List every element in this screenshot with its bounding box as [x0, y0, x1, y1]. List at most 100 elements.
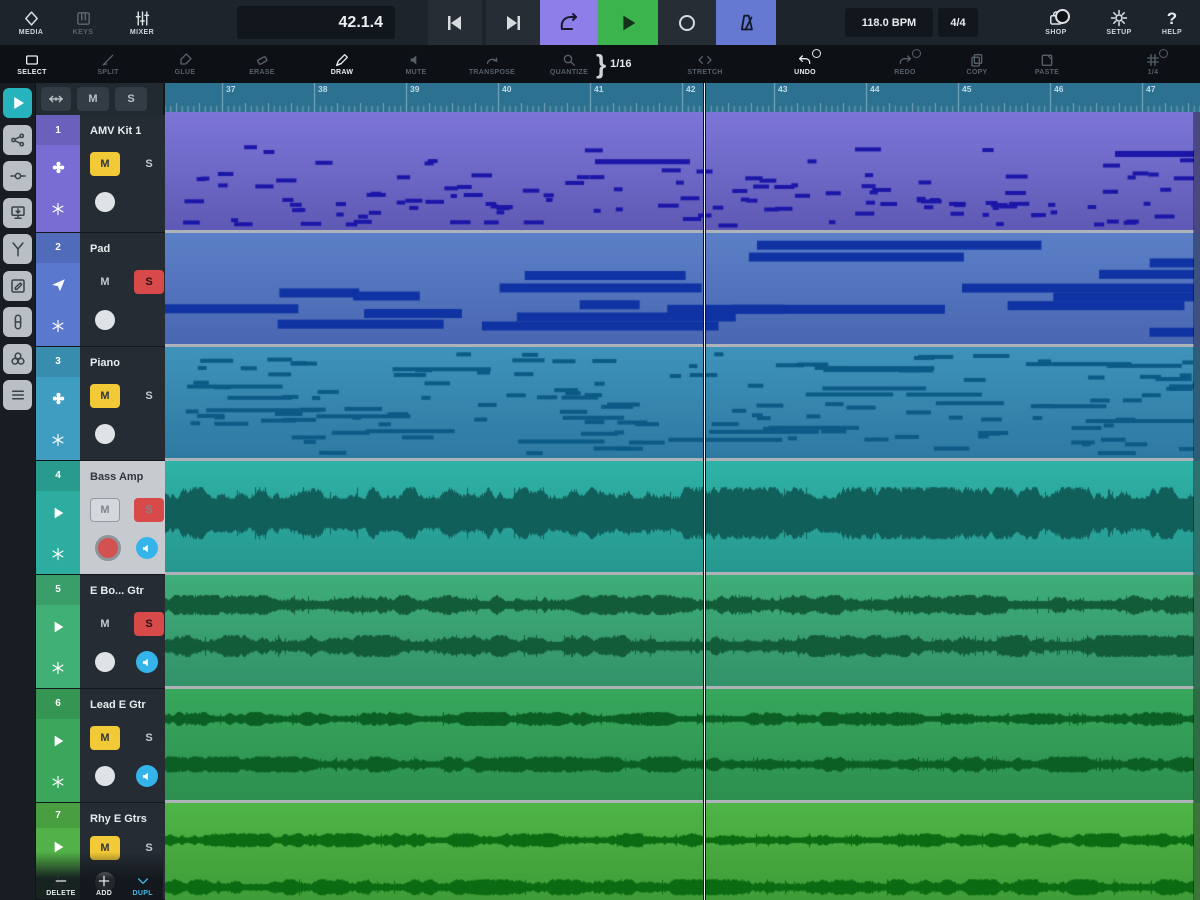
metronome-button[interactable] [716, 0, 776, 45]
record-arm-button[interactable] [95, 424, 115, 444]
redo-tool-button[interactable]: REDO [875, 45, 935, 83]
monitor-button[interactable] [136, 537, 158, 559]
playhead-cursor[interactable] [703, 83, 706, 900]
help-button[interactable]: ? HELP [1150, 0, 1194, 45]
sidebar-monitor-button[interactable] [3, 198, 32, 228]
skip-forward-button[interactable] [486, 0, 540, 45]
glue-tool-button[interactable]: GLUE [155, 45, 215, 83]
mixer-button[interactable]: MIXER [116, 0, 168, 45]
sidebar-branch-button[interactable] [3, 234, 32, 264]
paste-tool-button[interactable]: PASTE [1017, 45, 1077, 83]
solo-button[interactable]: S [134, 612, 164, 636]
solo-button[interactable]: S [134, 384, 164, 408]
overview-scroll-strip[interactable] [1193, 112, 1200, 900]
freeze-icon[interactable] [36, 534, 80, 574]
1/4-tool-button[interactable]: 1/4 [1124, 45, 1182, 83]
keys-button[interactable]: KEYS [60, 0, 106, 45]
track-header-5[interactable]: 5E Bo... GtrMS [36, 575, 163, 689]
mute-button[interactable]: M [90, 726, 120, 750]
sidebar-connector-button[interactable] [3, 161, 32, 191]
lane-track-7[interactable] [165, 803, 1200, 900]
sidebar-circles-button[interactable] [3, 344, 32, 374]
track-header-1[interactable]: 1AMV Kit 1MS [36, 115, 163, 233]
freeze-icon[interactable] [36, 189, 80, 229]
lane-canvas-5[interactable] [165, 575, 1200, 686]
mute-tool-button[interactable]: MUTE [386, 45, 446, 83]
sidebar-rows-button[interactable] [3, 380, 32, 410]
skip-back-button[interactable] [428, 0, 482, 45]
lane-track-6[interactable] [165, 689, 1200, 803]
lane-track-4[interactable] [165, 461, 1200, 575]
stretch-tool-button[interactable]: STRETCH [673, 45, 737, 83]
record-button[interactable] [658, 0, 716, 45]
mute-button[interactable]: M [90, 152, 120, 176]
mute-button[interactable]: M [90, 270, 120, 294]
track-header-3[interactable]: 3PianoMS [36, 347, 163, 461]
cycle-button[interactable] [540, 0, 598, 45]
track-name[interactable]: Piano [90, 351, 164, 377]
track-move-button[interactable] [41, 87, 71, 111]
duplicate-track-button[interactable]: DUPL [133, 873, 153, 897]
track-header-6[interactable]: 6Lead E GtrMS [36, 689, 163, 803]
sidebar-play-button[interactable] [3, 88, 32, 118]
lane-canvas-6[interactable] [165, 689, 1200, 800]
audio-track-icon[interactable] [36, 491, 80, 535]
track-name[interactable]: Bass Amp [90, 465, 164, 491]
record-arm-button[interactable] [95, 192, 115, 212]
track-name[interactable]: AMV Kit 1 [90, 119, 164, 145]
split-tool-button[interactable]: SPLIT [78, 45, 138, 83]
solo-button[interactable]: S [134, 152, 164, 176]
solo-button[interactable]: S [134, 270, 164, 294]
sidebar-edit-button[interactable] [3, 271, 32, 301]
lane-canvas-1[interactable] [165, 112, 1200, 230]
time-position-display[interactable]: 42.1.4 [237, 6, 395, 39]
erase-tool-button[interactable]: ERASE [232, 45, 292, 83]
solo-button[interactable]: S [134, 726, 164, 750]
play-button[interactable] [598, 0, 658, 45]
record-arm-button[interactable] [95, 310, 115, 330]
lane-track-5[interactable] [165, 575, 1200, 689]
master-mute-button[interactable]: M [77, 87, 109, 111]
track-name[interactable]: Lead E Gtr [90, 693, 164, 719]
sidebar-nodes-button[interactable] [3, 125, 32, 155]
record-arm-button[interactable] [95, 652, 115, 672]
freeze-icon[interactable] [36, 420, 80, 460]
freeze-icon[interactable] [36, 306, 80, 346]
track-header-4[interactable]: 4Bass AmpMS [36, 461, 163, 575]
track-name[interactable]: E Bo... Gtr [90, 579, 164, 605]
freeze-icon[interactable] [36, 648, 80, 688]
mute-button[interactable]: M [90, 612, 120, 636]
arrange-area[interactable]: 3738394041424344454647 [165, 83, 1200, 900]
lane-canvas-2[interactable] [165, 233, 1200, 344]
track-header-2[interactable]: 2PadMS [36, 233, 163, 347]
midi-instrument-icon[interactable] [36, 263, 80, 307]
setup-button[interactable]: SETUP [1092, 0, 1146, 45]
mute-button[interactable]: M [90, 498, 120, 522]
transpose-tool-button[interactable]: TRANSPOSE [460, 45, 524, 83]
audio-track-icon[interactable] [36, 719, 80, 763]
quantize-tool-button[interactable]: QUANTIZE [540, 45, 598, 83]
sidebar-fader-button[interactable] [3, 307, 32, 337]
record-arm-button[interactable] [95, 535, 121, 561]
add-track-button[interactable]: ADD [96, 873, 112, 897]
select-tool-button[interactable]: SELECT [2, 45, 62, 83]
audio-track-icon[interactable] [36, 605, 80, 649]
tempo-display[interactable]: 118.0 BPM [845, 8, 933, 37]
midi-instrument-icon[interactable] [36, 145, 80, 189]
lane-track-1[interactable] [165, 112, 1200, 233]
quantize-value-display[interactable]: } 1/16 [596, 45, 632, 83]
record-arm-button[interactable] [95, 766, 115, 786]
track-name[interactable]: Pad [90, 237, 164, 263]
lane-track-2[interactable] [165, 233, 1200, 347]
media-button[interactable]: MEDIA [8, 0, 54, 45]
solo-button[interactable]: S [134, 498, 164, 522]
mute-button[interactable]: M [90, 384, 120, 408]
freeze-icon[interactable] [36, 762, 80, 802]
draw-tool-button[interactable]: DRAW [312, 45, 372, 83]
monitor-button[interactable] [136, 651, 158, 673]
master-solo-button[interactable]: S [115, 87, 147, 111]
track-name[interactable]: Rhy E Gtrs [90, 807, 164, 830]
copy-tool-button[interactable]: COPY [947, 45, 1007, 83]
delete-track-button[interactable]: DELETE [46, 873, 75, 897]
lane-canvas-4[interactable] [165, 461, 1200, 572]
